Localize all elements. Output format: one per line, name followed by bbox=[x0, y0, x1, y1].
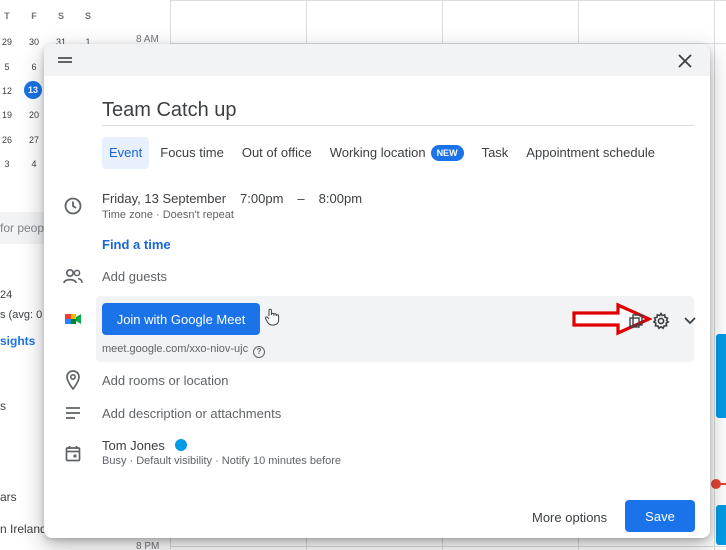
find-a-time-link[interactable]: Find a time bbox=[102, 237, 171, 252]
event-dialog: Event Focus time Out of office Working l… bbox=[44, 44, 710, 538]
calendar-owner[interactable]: Tom Jones bbox=[102, 438, 187, 453]
holiday-calendar-item[interactable]: n Ireland bbox=[0, 522, 47, 536]
gear-icon[interactable] bbox=[650, 310, 672, 332]
close-icon[interactable] bbox=[674, 50, 696, 72]
time-label-8pm: 8 PM bbox=[136, 541, 160, 550]
add-guests-field[interactable]: Add guests bbox=[102, 269, 167, 284]
mini-day[interactable]: 3 bbox=[0, 159, 20, 169]
tab-task[interactable]: Task bbox=[475, 137, 516, 169]
sidebar-fragment: s bbox=[0, 399, 6, 413]
time-dash: – bbox=[297, 191, 305, 206]
calendar-icon bbox=[63, 443, 83, 463]
tab-out-of-office[interactable]: Out of office bbox=[235, 137, 319, 169]
join-google-meet-button[interactable]: Join with Google Meet bbox=[102, 303, 260, 335]
help-icon[interactable]: ? bbox=[253, 346, 266, 358]
sidebar-year-fragment: 24 bbox=[0, 289, 13, 301]
description-icon bbox=[63, 403, 83, 423]
mini-day[interactable]: 29 bbox=[0, 37, 20, 47]
calendar-app: 8 AM 8 PM T F S S 29 30 31 1 5 6 12 13 1… bbox=[0, 0, 726, 550]
tab-appointment-schedule[interactable]: Appointment schedule bbox=[519, 137, 662, 169]
tab-working-location[interactable]: Working location NEW bbox=[323, 137, 471, 169]
add-description-field[interactable]: Add description or attachments bbox=[102, 406, 281, 421]
current-time-line bbox=[716, 483, 726, 485]
tab-event[interactable]: Event bbox=[102, 137, 150, 169]
calendar-event-chip[interactable] bbox=[716, 334, 726, 418]
owner-details[interactable]: Busy · Default visibility · Notify 10 mi… bbox=[102, 455, 341, 467]
insights-link[interactable]: sights bbox=[0, 334, 35, 348]
google-meet-icon bbox=[63, 309, 83, 329]
event-type-tabs: Event Focus time Out of office Working l… bbox=[102, 137, 666, 169]
start-time[interactable]: 7:00pm bbox=[240, 191, 283, 206]
calendar-color-dot[interactable] bbox=[174, 439, 187, 451]
end-time[interactable]: 8:00pm bbox=[319, 191, 362, 206]
location-pin-icon bbox=[63, 370, 83, 390]
sidebar-avg-fragment: s (avg: 0 bbox=[0, 309, 43, 321]
people-icon bbox=[63, 266, 83, 286]
copy-icon[interactable] bbox=[625, 310, 647, 332]
mini-day[interactable]: 19 bbox=[0, 110, 20, 120]
meet-url[interactable]: meet.google.com/xxo-niov-ujc? bbox=[102, 343, 266, 358]
hand-cursor-icon bbox=[264, 308, 280, 331]
search-people-placeholder: for peop bbox=[0, 221, 45, 235]
mini-day[interactable]: 5 bbox=[0, 62, 20, 72]
calendar-event-chip[interactable] bbox=[716, 505, 726, 545]
clock-icon bbox=[63, 196, 83, 216]
event-datetime[interactable]: Friday, 13 September 7:00pm –8:00pm bbox=[102, 191, 376, 206]
drag-handle-icon[interactable] bbox=[58, 57, 72, 63]
mini-day[interactable]: 12 bbox=[0, 86, 20, 96]
event-title-input[interactable] bbox=[102, 96, 694, 126]
chevron-down-icon[interactable] bbox=[679, 310, 701, 332]
sidebar-section-fragment: ars bbox=[0, 490, 17, 504]
tab-focus-time[interactable]: Focus time bbox=[153, 137, 231, 169]
save-button[interactable]: Save bbox=[625, 500, 695, 532]
event-date[interactable]: Friday, 13 September bbox=[102, 191, 226, 206]
google-meet-section: Join with Google Meet meet.google.com/xx… bbox=[96, 296, 696, 362]
dialog-drag-bar[interactable] bbox=[44, 44, 710, 76]
new-badge: NEW bbox=[430, 145, 464, 161]
more-options-button[interactable]: More options bbox=[524, 502, 615, 534]
timezone-repeat-info[interactable]: Time zone · Doesn't repeat bbox=[102, 209, 234, 221]
mini-day[interactable]: 26 bbox=[0, 135, 20, 145]
mini-day-today[interactable]: 13 bbox=[24, 81, 42, 99]
add-location-field[interactable]: Add rooms or location bbox=[102, 373, 228, 388]
